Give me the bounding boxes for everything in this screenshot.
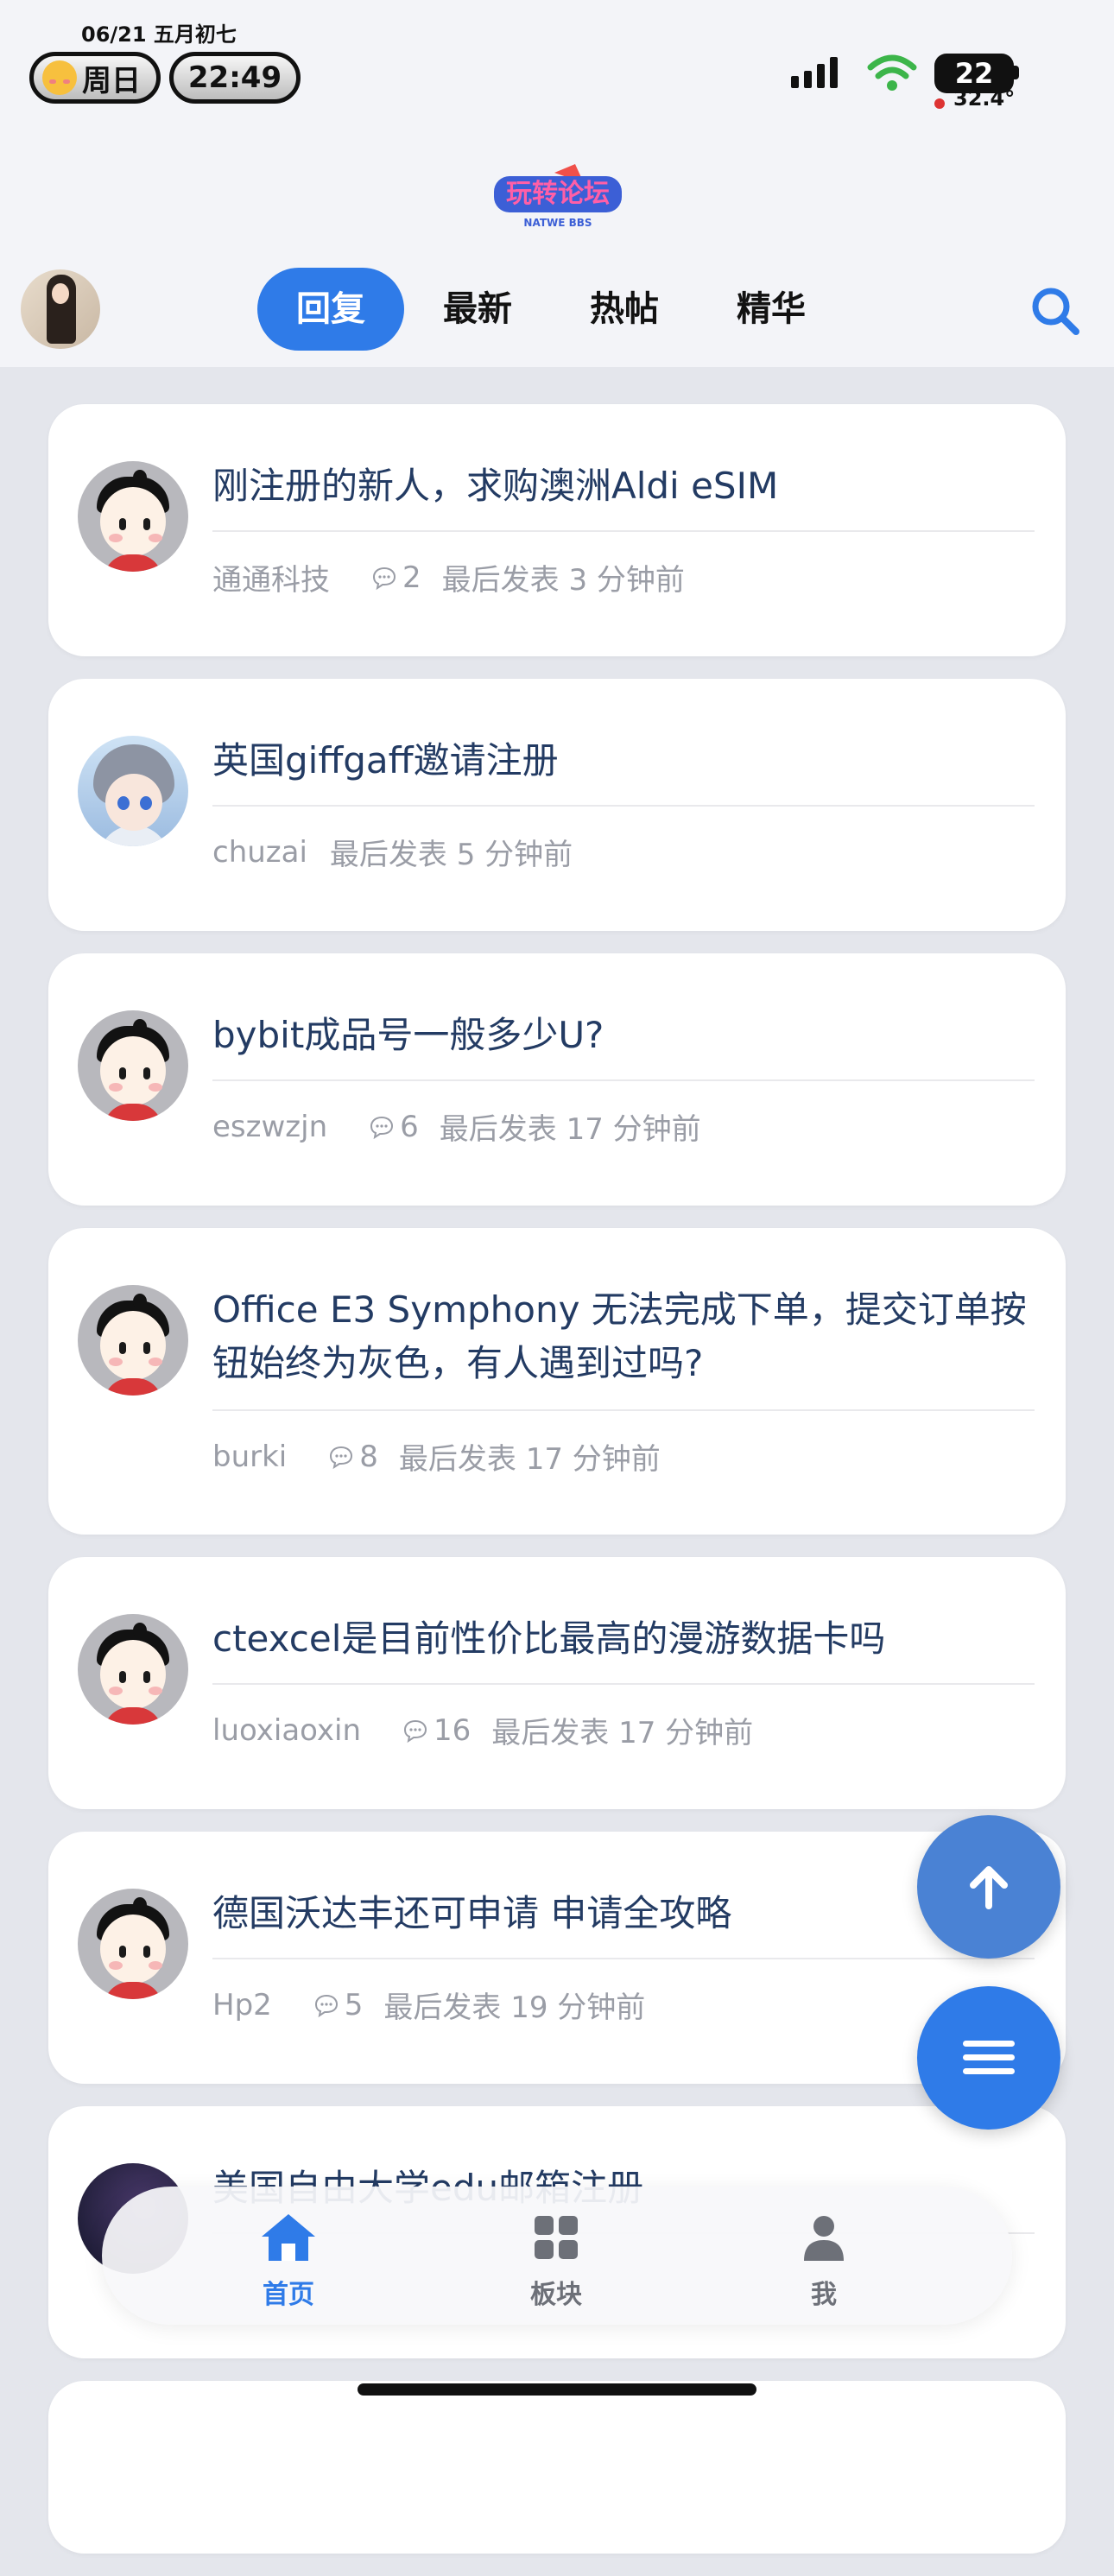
last-post-time: 最后发表 17 分钟前 [491, 1716, 754, 1750]
nav-me-label: 我 [811, 2280, 837, 2310]
comment-count-text: 16 [434, 1712, 472, 1748]
thread-title[interactable]: 德国沃达丰还可申请 申请全攻略 [212, 1887, 1035, 1940]
divider [212, 1079, 1035, 1081]
nav-me[interactable]: 我 [772, 2211, 876, 2311]
thread-title[interactable]: 英国giffgaff邀请注册 [212, 734, 1035, 788]
comment-count: 6 [369, 1110, 419, 1144]
comment-count-text: 6 [400, 1109, 419, 1144]
author-avatar[interactable] [78, 1614, 188, 1725]
divider [212, 1409, 1035, 1411]
last-post-time: 最后发表 19 分钟前 [383, 1991, 646, 2025]
person-icon [804, 2216, 844, 2261]
scroll-to-top-button[interactable] [917, 1815, 1060, 1959]
comment-count: 2 [371, 560, 421, 595]
author-avatar[interactable] [78, 1285, 188, 1396]
thread-title[interactable]: 刚注册的新人，求购澳洲Aldi eSIM [212, 459, 1035, 513]
home-indicator [358, 2383, 756, 2396]
nav-home[interactable]: 首页 [237, 2211, 340, 2311]
comment-count: 16 [402, 1713, 471, 1748]
logo-text: 玩转论坛 [506, 179, 610, 209]
comment-count-text: 8 [359, 1439, 378, 1474]
weekday-pill: 周日 [29, 52, 161, 104]
battery-tip [1014, 66, 1019, 79]
comment-icon [372, 566, 396, 590]
search-icon[interactable] [1028, 283, 1083, 339]
author-name[interactable]: Hp2 [212, 1988, 272, 2022]
thread-meta: luoxiaoxin 16 最后发表 17 分钟前 [212, 1709, 753, 1751]
thread-meta: 通通科技 2 最后发表 3 分钟前 [212, 556, 685, 598]
thread-card[interactable]: Office E3 Symphony 无法完成下单，提交订单按钮始终为灰色，有人… [48, 1228, 1066, 1535]
last-post-time: 最后发表 17 分钟前 [439, 1112, 701, 1147]
author-avatar[interactable] [78, 736, 188, 846]
thread-meta: Hp2 5 最后发表 19 分钟前 [212, 1984, 645, 2026]
status-date: 06/21 五月初七 [81, 22, 237, 47]
clock-time: 22:49 [187, 60, 282, 95]
hamburger-icon [963, 2041, 1015, 2074]
user-avatar[interactable] [21, 269, 100, 349]
comment-count-text: 5 [344, 1987, 364, 2022]
wifi-icon [867, 54, 917, 91]
cellular-signal-icon [791, 57, 838, 88]
thread-card[interactable]: ctexcel是目前性价比最高的漫游数据卡吗 luoxiaoxin 16 最后发… [48, 1557, 1066, 1809]
author-name[interactable]: eszwzjn [212, 1110, 327, 1144]
bottom-navigation: 首页 板块 我 [102, 2187, 1012, 2325]
comment-count-text: 2 [402, 560, 421, 595]
thread-card[interactable] [48, 2381, 1066, 2554]
time-pill: 22:49 [169, 52, 301, 104]
nav-boards-label: 板块 [530, 2280, 582, 2310]
divider [212, 1683, 1035, 1685]
thread-title[interactable]: bybit成品号一般多少U? [212, 1009, 1035, 1062]
menu-button[interactable] [917, 1986, 1060, 2130]
arrow-up-icon [970, 1866, 1008, 1909]
thermometer-icon [934, 98, 945, 109]
author-name[interactable]: 通通科技 [212, 556, 330, 598]
author-name[interactable]: chuzai [212, 835, 307, 870]
tab-hot[interactable]: 热帖 [551, 268, 698, 351]
author-name[interactable]: luoxiaoxin [212, 1713, 361, 1748]
thread-card[interactable]: 德国沃达丰还可申请 申请全攻略 Hp2 5 最后发表 19 分钟前 [48, 1832, 1066, 2084]
grid-icon [535, 2216, 578, 2259]
thread-meta: eszwzjn 6 最后发表 17 分钟前 [212, 1105, 701, 1148]
tab-latest[interactable]: 最新 [404, 268, 551, 351]
divider [212, 805, 1035, 807]
last-post-time: 最后发表 17 分钟前 [398, 1442, 661, 1477]
filter-tabs: 回复 最新 热帖 精华 [257, 268, 845, 351]
last-post-time: 最后发表 5 分钟前 [329, 838, 573, 872]
last-post-time: 最后发表 3 分钟前 [441, 563, 685, 598]
nav-boards[interactable]: 板块 [504, 2211, 608, 2311]
home-icon [262, 2214, 315, 2261]
thread-card[interactable]: bybit成品号一般多少U? eszwzjn 6 最后发表 17 分钟前 [48, 953, 1066, 1206]
thread-title[interactable]: ctexcel是目前性价比最高的漫游数据卡吗 [212, 1612, 1035, 1666]
author-avatar[interactable] [78, 1010, 188, 1121]
tab-reply[interactable]: 回复 [257, 268, 404, 351]
weekday-text: 周日 [82, 63, 141, 98]
nav-home-label: 首页 [263, 2280, 314, 2310]
comment-icon [404, 1719, 427, 1743]
divider [212, 1958, 1035, 1959]
comment-count: 5 [313, 1987, 364, 2022]
thread-meta: burki 8 最后发表 17 分钟前 [212, 1435, 661, 1478]
divider [212, 530, 1035, 532]
thread-meta: chuzai 最后发表 5 分钟前 [212, 831, 573, 873]
comment-icon [370, 1116, 394, 1139]
author-avatar[interactable] [78, 1889, 188, 1999]
thread-card[interactable]: 刚注册的新人，求购澳洲Aldi eSIM 通通科技 2 最后发表 3 分钟前 [48, 404, 1066, 656]
temperature-text: 32.4° [953, 86, 1016, 111]
forum-logo[interactable]: 玩转论坛 NATWE BBS [494, 161, 622, 231]
author-avatar[interactable] [78, 461, 188, 572]
comment-icon [314, 1994, 338, 2017]
comment-icon [330, 1446, 353, 1469]
smiley-icon [42, 60, 77, 95]
author-name[interactable]: burki [212, 1440, 287, 1474]
tab-featured[interactable]: 精华 [698, 268, 845, 351]
comment-count: 8 [328, 1440, 378, 1474]
thread-title[interactable]: Office E3 Symphony 无法完成下单，提交订单按钮始终为灰色，有人… [212, 1283, 1035, 1390]
logo-subtext: NATWE BBS [523, 217, 592, 229]
thread-card[interactable]: 英国giffgaff邀请注册 chuzai 最后发表 5 分钟前 [48, 679, 1066, 931]
